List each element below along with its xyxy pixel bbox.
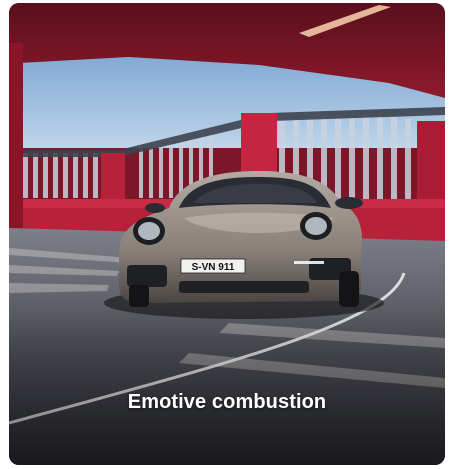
license-plate-text: S-VN 911 [192, 262, 235, 273]
promo-card[interactable]: S-VN 911 Emotive combustion [9, 3, 445, 465]
card-title: Emotive combustion [127, 391, 327, 413]
